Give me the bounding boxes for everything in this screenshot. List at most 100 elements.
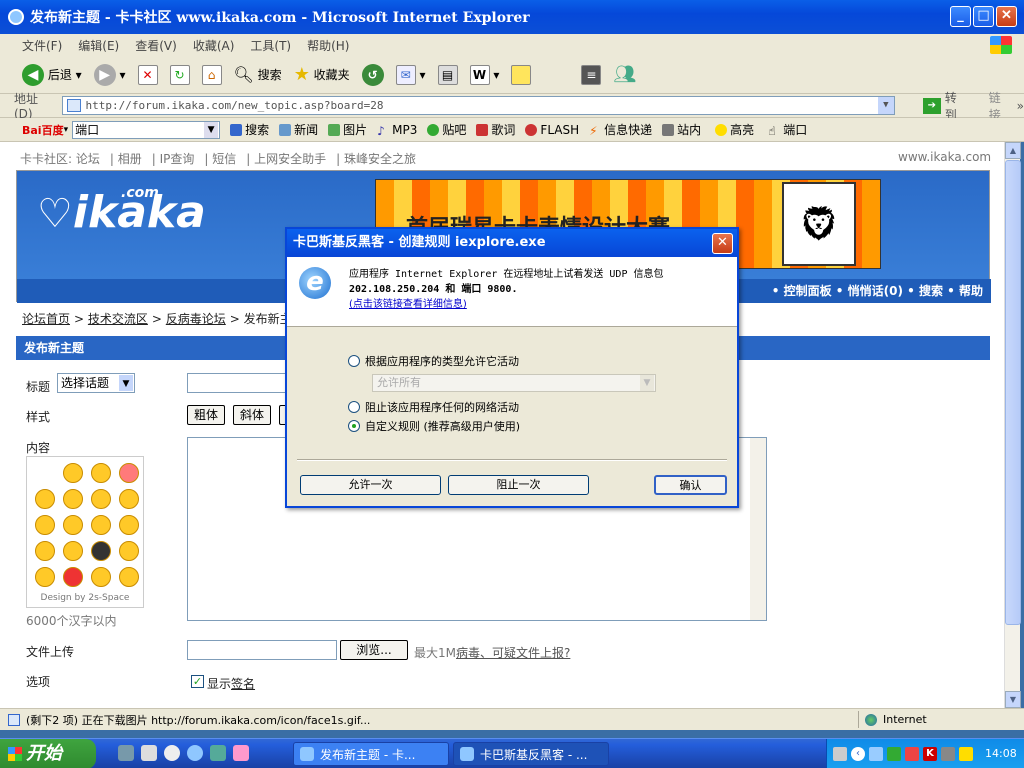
smiley-icon[interactable] [63, 515, 83, 535]
quicklaunch-icon[interactable] [141, 745, 157, 761]
block-once-button[interactable]: 阻止一次 [448, 475, 589, 495]
taskbar-item-browser[interactable]: 发布新主题 - 卡... [293, 742, 449, 766]
baidu-link-lyrics[interactable]: 歌词 [476, 121, 515, 138]
title-input[interactable] [187, 373, 287, 393]
refresh-button[interactable]: ↻ [169, 64, 190, 85]
chevron-left-icon[interactable]: ‹ [851, 747, 865, 761]
smiley-icon[interactable] [91, 541, 111, 561]
discuss-button[interactable] [511, 64, 532, 85]
baidu-logo[interactable]: Bai百度 [22, 122, 64, 138]
crumb-forum-home[interactable]: 论坛首页 [22, 312, 70, 326]
smiley-icon[interactable] [91, 463, 111, 483]
nav-sms[interactable]: 短信 [212, 152, 236, 166]
textarea-scrollbar[interactable] [750, 438, 766, 620]
history-button[interactable]: ↺ [361, 63, 384, 86]
smiley-icon[interactable] [119, 567, 139, 587]
baidu-link-site[interactable]: 站内 [662, 121, 701, 138]
smiley-icon[interactable] [35, 489, 55, 509]
print-button[interactable]: ▤ [437, 64, 458, 85]
nav-forum[interactable]: 卡卡社区: 论坛 [20, 152, 100, 166]
details-link[interactable]: (点击该链接查看详细信息) [349, 299, 467, 310]
option-block-all[interactable]: 阻止该应用程序任何的网络活动 [348, 399, 519, 415]
maximize-button[interactable]: □ [973, 6, 994, 27]
ikaka-logo[interactable]: ♡ .com ikaka [37, 185, 206, 238]
clock[interactable]: 14:08 [985, 747, 1017, 760]
quicklaunch-icon[interactable] [118, 745, 134, 761]
option-custom-rule[interactable]: 自定义规则 (推荐高级用户使用) [348, 418, 520, 434]
baidu-link-flash[interactable]: FLASH [525, 123, 579, 137]
smiley-icon[interactable] [35, 515, 55, 535]
tray-app-icon[interactable] [959, 747, 973, 761]
quicklaunch-icon[interactable] [233, 745, 249, 761]
nav-everest-trip[interactable]: 珠峰安全之旅 [344, 152, 416, 166]
menu-favorites[interactable]: 收藏(A) [193, 37, 235, 54]
upload-file-input[interactable] [187, 640, 337, 660]
tray-app-icon[interactable] [905, 747, 919, 761]
favorites-button[interactable]: ★ 收藏夹 [294, 64, 350, 85]
smiley-icon[interactable] [63, 567, 83, 587]
baidu-link-images[interactable]: 图片 [328, 121, 367, 138]
nav-ip-query[interactable]: IP查询 [160, 152, 195, 166]
bold-button[interactable]: 粗体 [187, 405, 226, 425]
scroll-down-icon[interactable]: ▼ [1005, 691, 1021, 708]
baidu-link-tieba[interactable]: 贴吧 [427, 121, 466, 138]
home-button[interactable]: ⌂ [201, 64, 222, 85]
smiley-icon[interactable] [63, 541, 83, 561]
topic-select[interactable]: 选择话题 ▼ [57, 373, 135, 393]
back-button[interactable]: ◀ 后退 ▾ [22, 63, 82, 86]
quicklaunch-icon[interactable] [210, 745, 226, 761]
radio-custom-rule[interactable] [348, 420, 360, 432]
baidu-link-mp3[interactable]: ♪ MP3 [377, 123, 417, 138]
menu-view[interactable]: 查看(V) [135, 37, 177, 54]
mail-button[interactable]: ✉ ▾ [395, 64, 426, 85]
address-input[interactable]: http://forum.ikaka.com/new_topic.asp?boa… [62, 96, 895, 115]
nav-safety-assistant[interactable]: 上网安全助手 [254, 152, 326, 166]
scroll-thumb[interactable] [1005, 160, 1021, 625]
confirm-button[interactable]: 确认 [654, 475, 727, 495]
smiley-icon[interactable] [35, 541, 55, 561]
smiley-icon[interactable] [119, 541, 139, 561]
baidu-link-highlight[interactable]: 高亮 [715, 121, 754, 138]
crumb-antivirus-forum[interactable]: 反病毒论坛 [166, 312, 226, 326]
stop-button[interactable]: ✕ [137, 64, 158, 85]
menu-edit[interactable]: 编辑(E) [78, 37, 119, 54]
chevron-right-icon[interactable]: » [1017, 99, 1024, 113]
option-allow-by-type[interactable]: 根据应用程序的类型允许它活动 [348, 353, 519, 369]
network-icon[interactable] [869, 747, 883, 761]
nav-album[interactable]: 相册 [118, 152, 142, 166]
smiley-icon[interactable] [91, 515, 111, 535]
window-titlebar[interactable]: 发布新主题 - 卡卡社区 www.ikaka.com - Microsoft I… [0, 0, 1024, 34]
dialog-titlebar[interactable]: 卡巴斯基反黑客 - 创建规则 iexplore.exe ✕ [287, 229, 737, 257]
baidu-link-port[interactable]: ☝︎ 端口 [768, 121, 807, 138]
scroll-up-icon[interactable]: ▲ [1005, 142, 1021, 159]
baidu-search-input[interactable]: 端口 [72, 120, 221, 139]
address-dropdown-icon[interactable]: ▼ [877, 97, 894, 114]
baidu-link-news[interactable]: 新闻 [279, 121, 318, 138]
crumb-tech-area[interactable]: 技术交流区 [88, 312, 148, 326]
baidu-link-search[interactable]: 搜索 [230, 121, 269, 138]
italic-button[interactable]: 斜体 [233, 405, 272, 425]
tray-app-icon[interactable] [887, 747, 901, 761]
page-scrollbar[interactable]: ▲ ▼ [1004, 142, 1021, 708]
taskbar-item-kaspersky[interactable]: 卡巴斯基反黑客 - ... [453, 742, 609, 766]
baidu-link-express[interactable]: ⚡︎ 信息快递 [589, 121, 652, 138]
keyboard-icon[interactable] [833, 747, 847, 761]
quicklaunch-ie-icon[interactable] [187, 745, 203, 761]
forward-button[interactable]: ▶ ▾ [93, 63, 126, 86]
messenger-button[interactable]: 👥︎ [613, 64, 636, 85]
smiley-icon[interactable] [91, 489, 111, 509]
edit-button[interactable]: W ▾ [469, 64, 499, 85]
close-button[interactable]: ✕ [996, 6, 1017, 27]
usb-icon[interactable] [941, 747, 955, 761]
virus-report-link[interactable]: 病毒、可疑文件上报? [456, 644, 570, 661]
radio-allow-by-type[interactable] [348, 355, 360, 367]
radio-block-all[interactable] [348, 401, 360, 413]
menu-file[interactable]: 文件(F) [22, 37, 62, 54]
smiley-icon[interactable] [91, 567, 111, 587]
site-url[interactable]: www.ikaka.com [898, 150, 991, 164]
start-button[interactable]: 开始 [0, 739, 96, 768]
security-zone[interactable]: Internet [858, 711, 1018, 728]
minimize-button[interactable]: _ [950, 6, 971, 27]
smiley-icon[interactable] [35, 567, 55, 587]
quicklaunch-icon[interactable] [164, 745, 180, 761]
